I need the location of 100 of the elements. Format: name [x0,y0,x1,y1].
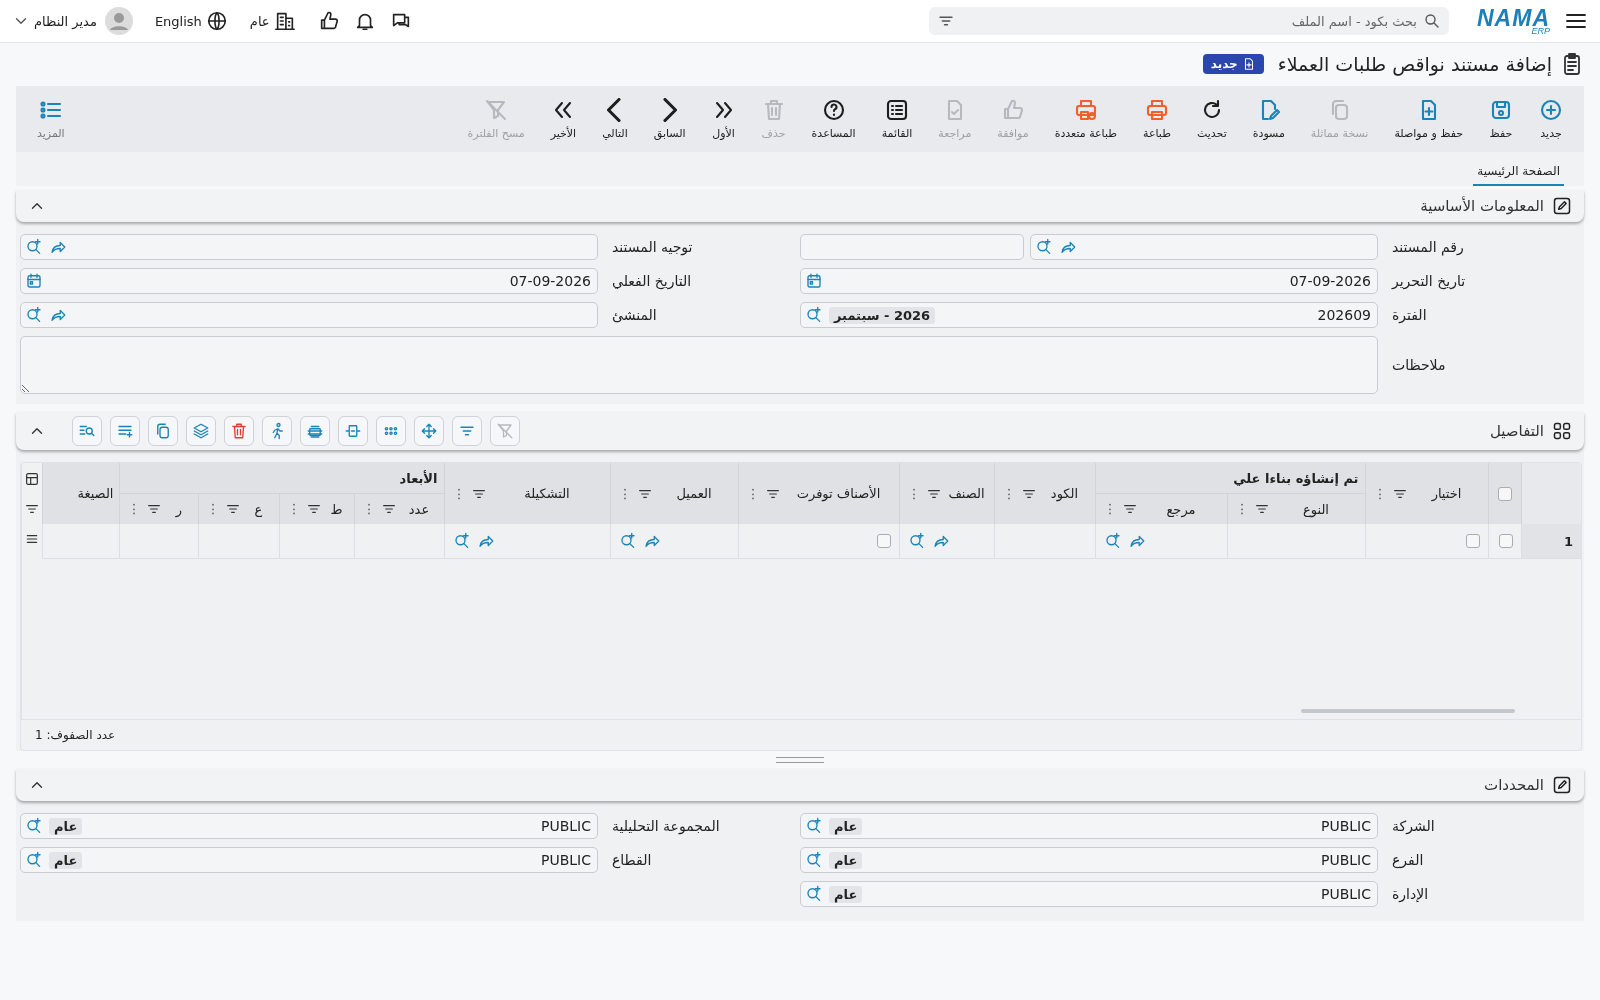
logo[interactable]: NAMA ERP [1477,6,1550,36]
search-add-icon[interactable] [25,817,43,835]
search-input[interactable]: بحث بكود - اسم الملف [959,12,1419,30]
user-name[interactable]: مدير النظام [34,13,97,29]
column-width-button[interactable] [338,416,368,446]
trash-button[interactable] [224,416,254,446]
value-tag: عام [829,817,863,835]
input-field[interactable] [20,302,598,328]
table-row-button[interactable] [300,416,330,446]
checkbox[interactable] [1497,486,1512,501]
field-label: تاريخ التحرير [1390,273,1467,289]
scrollbar[interactable] [1301,709,1515,713]
dots-grid-button[interactable] [376,416,406,446]
value-tag: عام [49,851,83,869]
column-header[interactable]: الصنف [945,486,988,501]
input-field[interactable] [1030,234,1378,260]
search-add-icon[interactable] [618,532,637,550]
column-header[interactable]: اختيار [1411,486,1482,501]
language-label[interactable]: English [154,13,202,29]
search-add-icon[interactable] [805,885,823,903]
edit-icon [1552,775,1572,795]
move-arrows-button[interactable] [414,416,444,446]
search-add-icon[interactable] [25,306,43,324]
search-field[interactable]: بحث بكود - اسم الملف [929,7,1449,35]
edit-icon [1552,196,1572,216]
copy-icon [154,422,172,440]
move-arrows-icon [420,422,438,440]
avatar-icon[interactable] [104,7,133,35]
checkbox[interactable] [1465,534,1480,548]
section-title: المعلومات الأساسية [1420,197,1544,215]
runner-button[interactable] [262,416,292,446]
column-header[interactable]: ع [244,501,273,517]
field-label: توجيه المستند [611,239,694,255]
toolbar-button[interactable]: جديد [1526,98,1576,140]
value-tag: عام [49,817,83,835]
page-title: إضافة مستند نواقص طلبات العملاء [1277,52,1552,75]
toolbar-button[interactable]: الأول [698,98,749,140]
search-add-icon[interactable] [907,532,926,550]
column-header[interactable]: التشكيلة [490,486,604,501]
column-header[interactable]: ط [325,501,348,517]
value-tag: عام [829,851,863,869]
filter-off-icon [496,422,514,440]
date-field[interactable]: 07-09-2026 [20,268,598,294]
branch-label[interactable]: عام [249,13,270,29]
search-add-icon[interactable] [1103,532,1122,550]
building-icon[interactable] [273,10,296,32]
toolbar-button[interactable]: مسودة [1239,98,1298,140]
toolbar-button[interactable]: حفظ و مواصلة [1381,98,1476,140]
calendar-icon[interactable] [25,272,43,290]
chevron-icon [607,98,623,122]
search-add-icon[interactable] [452,532,471,550]
search-add-icon[interactable] [805,306,823,324]
search-add-icon[interactable] [25,851,43,869]
search-add-icon[interactable] [1035,238,1053,256]
resize-handle[interactable] [776,757,824,763]
search-add-icon[interactable] [805,851,823,869]
more-button[interactable]: المزيد [24,98,78,140]
list-add-button[interactable] [110,416,140,446]
field-label: المجموعة التحليلية [611,818,721,834]
toolbar-button[interactable]: السابق [640,98,699,140]
toolbar-button[interactable]: المساعدة [798,98,869,140]
field-label: الشركة [1391,818,1436,834]
column-header[interactable]: العميل [656,486,732,501]
column-header[interactable]: الأصناف توفرت [784,486,893,501]
input-field[interactable] [20,234,598,260]
table-icon[interactable] [24,471,41,487]
notes-field[interactable] [20,336,1378,394]
section-title: التفاصيل [1489,422,1544,440]
toolbar-button[interactable]: تحديث [1183,98,1240,140]
toolbar-button[interactable]: القائمة [868,98,926,140]
search-icon [1423,12,1441,30]
copy-button[interactable] [148,416,178,446]
search-add-icon[interactable] [805,817,823,835]
toolbar-button[interactable]: حفظ [1476,98,1526,140]
toolbar-button[interactable]: طباعة [1130,98,1184,140]
column-header[interactable]: الكود [1040,486,1089,501]
column-group-header: تم إنشاؤه بناءا علي [1095,463,1365,494]
printer-icon [1073,98,1098,122]
thumbs-up-icon [1001,98,1025,122]
field-label: المنشئ [611,307,658,323]
toolbar-button[interactable]: طباعة متعددة [1041,98,1131,140]
field-label: التاريخ الفعلي [611,273,693,289]
input-field[interactable] [800,234,1024,260]
column-header[interactable]: ر [166,501,192,517]
field-label: الإدارة [1391,886,1430,902]
search-add-icon[interactable] [25,238,43,256]
search-list-button[interactable] [72,416,102,446]
field-label: ملاحظات [1391,357,1447,373]
toolbar-button[interactable]: التالي [589,98,641,140]
tab[interactable]: الصفحة الرئيسية [1473,160,1564,186]
chevron-icon [662,98,678,122]
globe-icon[interactable] [205,10,228,32]
checkbox[interactable] [876,534,891,548]
checkbox[interactable] [1498,534,1513,548]
layers-button[interactable] [186,416,216,446]
list-icon [884,98,909,122]
date-field[interactable]: 07-09-2026 [800,268,1378,294]
calendar-icon[interactable] [805,272,823,290]
toolbar-button[interactable]: الأخير [537,98,590,140]
filter-button[interactable] [452,416,482,446]
